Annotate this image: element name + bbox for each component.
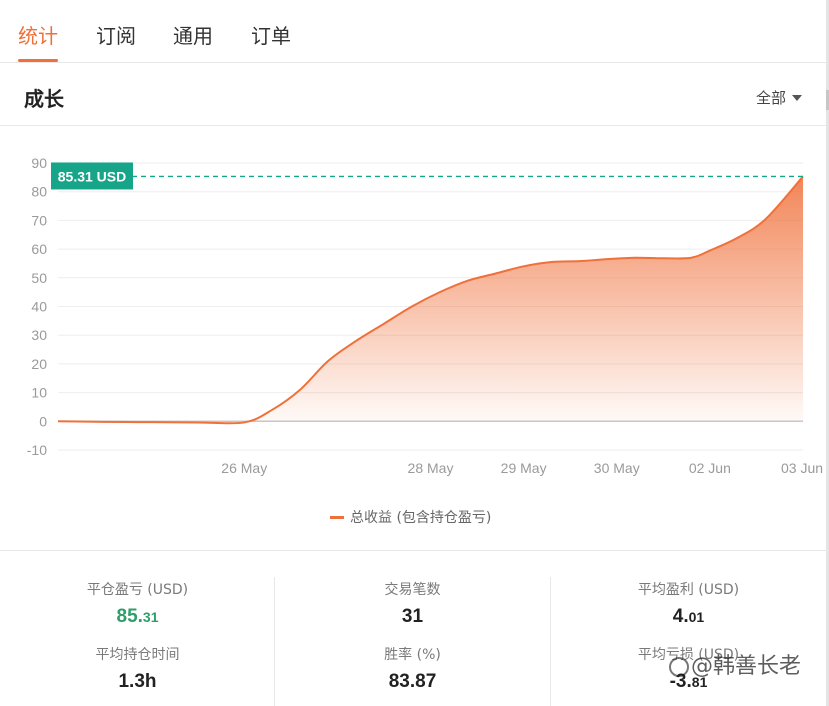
growth-section-header: 成长 全部 bbox=[0, 63, 829, 126]
x-tick-label: 03 Jun bbox=[781, 460, 823, 476]
stat-label: 交易笔数 bbox=[384, 582, 441, 598]
x-tick-label: 26 May bbox=[221, 460, 267, 476]
stat-value-decimal: 31 bbox=[142, 609, 159, 625]
caret-down-icon bbox=[792, 94, 802, 101]
y-tick-label: 70 bbox=[31, 212, 47, 228]
y-tick-label: -10 bbox=[27, 442, 47, 458]
growth-chart: 90 80 70 60 50 40 30 20 10 0 -10 26 May 28 May 29 Ma… bbox=[27, 155, 823, 476]
x-tick-label: 28 May bbox=[408, 460, 454, 476]
stat-label: 胜率 (%) bbox=[384, 647, 441, 663]
current-value-label: 85.31 USD bbox=[58, 168, 126, 184]
watermark-text: @韩善长老 bbox=[691, 654, 802, 679]
stat-closed-pnl: 平仓盈亏 (USD) 85.31 bbox=[0, 579, 275, 628]
x-tick-label: 29 May bbox=[501, 460, 547, 476]
y-tick-label: 20 bbox=[31, 356, 47, 372]
section-title: 成长 bbox=[24, 87, 64, 111]
stat-value: 85.31 bbox=[0, 606, 275, 628]
stat-label: 平均持仓时间 bbox=[95, 647, 180, 663]
active-tab-indicator bbox=[18, 59, 58, 62]
range-filter-dropdown[interactable]: 全部 bbox=[756, 87, 802, 108]
y-tick-label: 80 bbox=[31, 184, 47, 200]
stat-value-main: 83.87 bbox=[388, 671, 437, 692]
stat-label: 平均盈利 (USD) bbox=[637, 582, 740, 598]
legend-label: 总收益 (包含持仓盈亏) bbox=[350, 510, 492, 526]
y-tick-label: 0 bbox=[39, 413, 47, 429]
stat-trade-count: 交易笔数 31 bbox=[275, 579, 550, 628]
legend-swatch bbox=[330, 515, 344, 519]
watermark: @韩善长老 bbox=[669, 648, 801, 680]
stat-win-rate: 胜率 (%) 83.87 bbox=[275, 644, 550, 693]
stat-value-main: 1.3h bbox=[118, 671, 157, 692]
stat-value-decimal: 01 bbox=[688, 609, 705, 625]
x-tick-label: 02 Jun bbox=[689, 460, 731, 476]
tab-statistics[interactable]: 统计 bbox=[18, 20, 58, 49]
tab-general[interactable]: 通用 bbox=[173, 20, 213, 49]
stat-avg-profit: 平均盈利 (USD) 4.01 bbox=[551, 579, 826, 628]
stat-label: 平仓盈亏 (USD) bbox=[86, 582, 189, 598]
stat-value: 4.01 bbox=[551, 606, 826, 628]
stat-value: 31 bbox=[275, 606, 550, 628]
stat-value: 83.87 bbox=[275, 671, 550, 693]
tab-subscription[interactable]: 订阅 bbox=[96, 20, 136, 49]
y-tick-label: 90 bbox=[31, 155, 47, 171]
y-tick-label: 30 bbox=[31, 327, 47, 343]
range-filter-label: 全部 bbox=[755, 89, 786, 107]
watermark-logo-icon bbox=[669, 657, 689, 677]
y-tick-label: 50 bbox=[31, 270, 47, 286]
stat-value: 1.3h bbox=[0, 671, 275, 693]
stat-value-main: 85. bbox=[116, 606, 143, 627]
x-tick-label: 30 May bbox=[594, 460, 640, 476]
tab-orders[interactable]: 订单 bbox=[251, 20, 291, 49]
y-tick-label: 10 bbox=[31, 385, 47, 401]
series-area bbox=[58, 176, 803, 424]
x-axis: 26 May 28 May 29 May 30 May 02 Jun 03 Jun bbox=[221, 460, 823, 476]
stats-panel: 平仓盈亏 (USD) 85.31 交易笔数 31 平均盈利 (USD) 4.01… bbox=[0, 550, 829, 706]
y-axis: 90 80 70 60 50 40 30 20 10 0 -10 bbox=[27, 155, 47, 458]
stat-value-main: 31 bbox=[401, 606, 424, 627]
stat-value-main: 4. bbox=[672, 606, 689, 627]
chart-legend[interactable]: 总收益 (包含持仓盈亏) bbox=[330, 507, 491, 527]
stat-avg-hold-time: 平均持仓时间 1.3h bbox=[0, 644, 275, 693]
y-tick-label: 60 bbox=[31, 241, 47, 257]
y-tick-label: 40 bbox=[31, 299, 47, 315]
top-tab-bar: 统计 订阅 通用 订单 bbox=[0, 0, 829, 63]
